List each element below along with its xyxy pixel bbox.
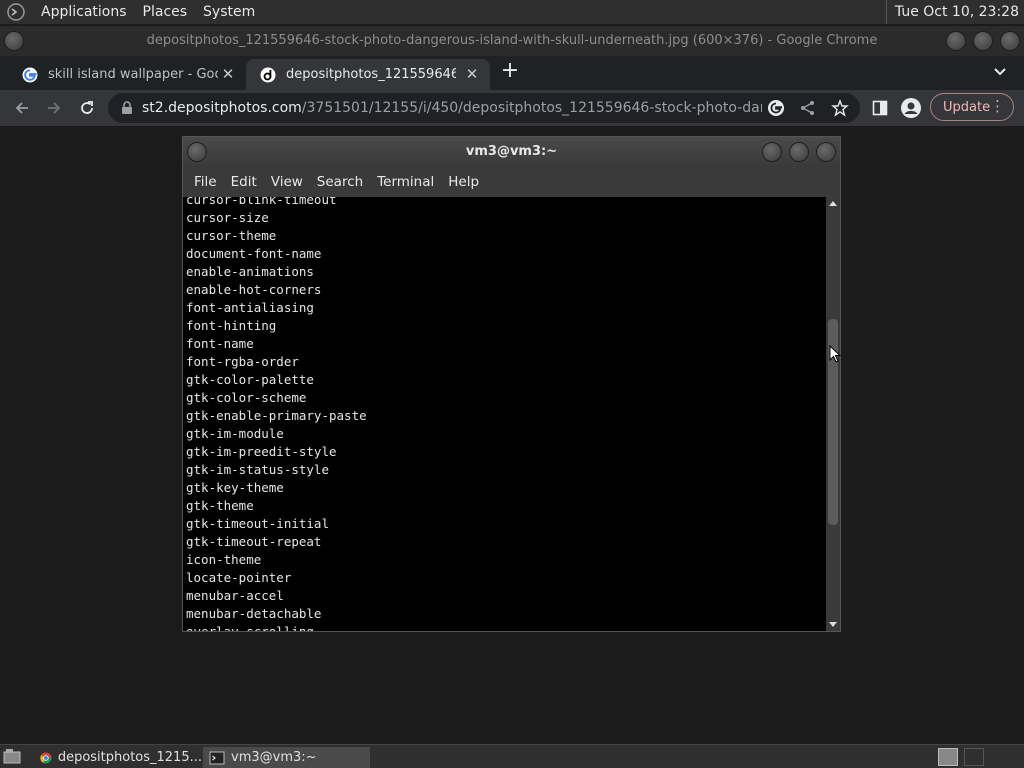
update-button[interactable]: Update ⋮ [930, 93, 1014, 121]
tab-label: skill island wallpaper - Google [48, 67, 218, 82]
menu-edit[interactable]: Edit [224, 174, 264, 190]
window-menu-button[interactable] [187, 142, 207, 162]
scroll-down-arrow-icon[interactable] [829, 622, 837, 627]
minimize-button[interactable] [762, 142, 782, 162]
system-top-panel: Applications Places System Tue Oct 10, 2… [0, 0, 1024, 24]
terminal-line: gtk-im-status-style [186, 462, 329, 477]
tab-label: depositphotos_121559646-stock [286, 67, 456, 82]
show-desktop-icon[interactable] [3, 748, 21, 765]
scroll-up-arrow-icon[interactable] [829, 201, 837, 206]
terminal-line: document-font-name [186, 246, 322, 261]
chrome-window-title: depositphotos_121559646-stock-photo-dang… [146, 33, 878, 48]
back-arrow-icon[interactable] [12, 98, 32, 118]
workspace-2[interactable] [964, 748, 984, 766]
bottom-taskbar: depositphotos_1215... vm3@vm3:~ [0, 744, 1024, 768]
window-menu-button-group [4, 31, 24, 51]
terminal-line: gtk-key-theme [186, 480, 284, 495]
terminal-line: gtk-enable-primary-paste [186, 408, 367, 423]
chrome-window-titlebar: depositphotos_121559646-stock-photo-dang… [0, 26, 1024, 56]
close-button[interactable] [816, 142, 836, 162]
places-menu[interactable]: Places [135, 0, 196, 24]
terminal-line: font-name [186, 336, 254, 351]
url-host: st2.depositphotos.com [142, 100, 302, 116]
terminal-window-controls [762, 142, 836, 162]
terminal-line: gtk-color-scheme [186, 390, 307, 405]
terminal-output[interactable]: cursor-blink-timeout cursor-size cursor-th… [183, 197, 826, 631]
maximize-button[interactable] [789, 142, 809, 162]
side-panel-icon[interactable] [870, 98, 890, 118]
address-bar[interactable]: st2.depositphotos.com/3751501/12155/i/45… [108, 93, 860, 123]
terminal-line: gtk-color-palette [186, 372, 314, 387]
tab-depositphotos[interactable]: depositphotos_121559646-stock ✕ [246, 59, 490, 90]
terminal-titlebar[interactable]: vm3@vm3:~ [183, 137, 840, 167]
update-label: Update [943, 99, 991, 115]
close-icon[interactable]: ✕ [464, 66, 480, 82]
browser-toolbar: st2.depositphotos.com/3751501/12155/i/45… [0, 90, 1024, 126]
terminal-line: gtk-im-preedit-style [186, 444, 337, 459]
terminal-menubar: File Edit View Search Terminal Help [183, 167, 840, 197]
applications-menu[interactable]: Applications [33, 0, 135, 24]
terminal-line: cursor-blink-timeout [186, 197, 337, 207]
terminal-line: gtk-theme [186, 498, 254, 513]
terminal-scrollbar[interactable] [826, 197, 840, 631]
minimize-button[interactable] [946, 31, 966, 51]
task-label: depositphotos_1215... [57, 750, 202, 765]
google-lens-icon[interactable] [766, 98, 786, 118]
close-icon[interactable]: ✕ [220, 66, 236, 82]
terminal-line: gtk-im-module [186, 426, 284, 441]
menu-view[interactable]: View [264, 174, 310, 190]
google-icon [22, 67, 38, 82]
window-menu-button[interactable] [4, 31, 24, 51]
url-text[interactable]: st2.depositphotos.com/3751501/12155/i/45… [142, 93, 762, 123]
close-button[interactable] [1000, 31, 1020, 51]
chevron-down-icon[interactable] [992, 63, 1008, 79]
terminal-line: gtk-timeout-initial [186, 516, 329, 531]
terminal-line: gtk-timeout-repeat [186, 534, 322, 549]
clock[interactable]: Tue Oct 10, 23:28 [885, 0, 1019, 24]
terminal-title: vm3@vm3:~ [465, 144, 558, 159]
url-path: /3751501/12155/i/450/depositphotos_12155… [301, 100, 762, 116]
terminal-line: menubar-accel [186, 588, 284, 603]
terminal-line: font-hinting [186, 318, 277, 333]
terminal-line: cursor-theme [186, 228, 277, 243]
chrome-icon [40, 751, 52, 764]
forward-arrow-icon[interactable] [44, 98, 64, 118]
profile-avatar-icon[interactable] [901, 98, 921, 118]
terminal-line: icon-theme [186, 552, 262, 567]
menu-file[interactable]: File [187, 174, 224, 190]
tab-google-search[interactable]: skill island wallpaper - Google ✕ [8, 59, 246, 90]
taskbar-terminal-window[interactable]: vm3@vm3:~ [203, 747, 370, 768]
task-label: vm3@vm3:~ [231, 750, 317, 765]
terminal-lines: cursor-blink-timeout cursor-size cursor-th… [186, 197, 367, 631]
terminal-window-menu [187, 142, 207, 162]
terminal-line: cursor-size [186, 210, 269, 225]
terminal-line: overlay-scrolling [186, 623, 367, 631]
share-icon[interactable] [798, 98, 818, 118]
system-menu[interactable]: System [195, 0, 263, 24]
menu-help[interactable]: Help [441, 174, 486, 190]
maximize-button[interactable] [973, 31, 993, 51]
terminal-line: font-rgba-order [186, 354, 299, 369]
terminal-line: enable-animations [186, 264, 314, 279]
window-controls [946, 31, 1020, 51]
terminal-line: locate-pointer [186, 570, 292, 585]
reload-icon[interactable] [77, 98, 97, 118]
menu-terminal[interactable]: Terminal [370, 174, 441, 190]
taskbar-chrome-window[interactable]: depositphotos_1215... [34, 747, 202, 768]
lock-icon[interactable] [120, 101, 134, 115]
workspace-1[interactable] [938, 748, 958, 766]
menu-search[interactable]: Search [310, 174, 370, 190]
terminal-icon [209, 751, 225, 764]
distro-logo-icon[interactable] [5, 1, 27, 23]
depositphotos-icon [260, 67, 276, 82]
terminal-window: vm3@vm3:~ File Edit View Search Terminal… [182, 136, 841, 632]
new-tab-plus-icon[interactable]: + [500, 60, 520, 82]
terminal-line: menubar-detachable [186, 606, 322, 621]
more-vert-icon[interactable]: ⋮ [990, 97, 1005, 115]
mouse-pointer-icon [829, 345, 841, 363]
terminal-line: enable-hot-corners [186, 282, 322, 297]
bookmark-star-icon[interactable] [830, 98, 850, 118]
terminal-line: font-antialiasing [186, 300, 314, 315]
